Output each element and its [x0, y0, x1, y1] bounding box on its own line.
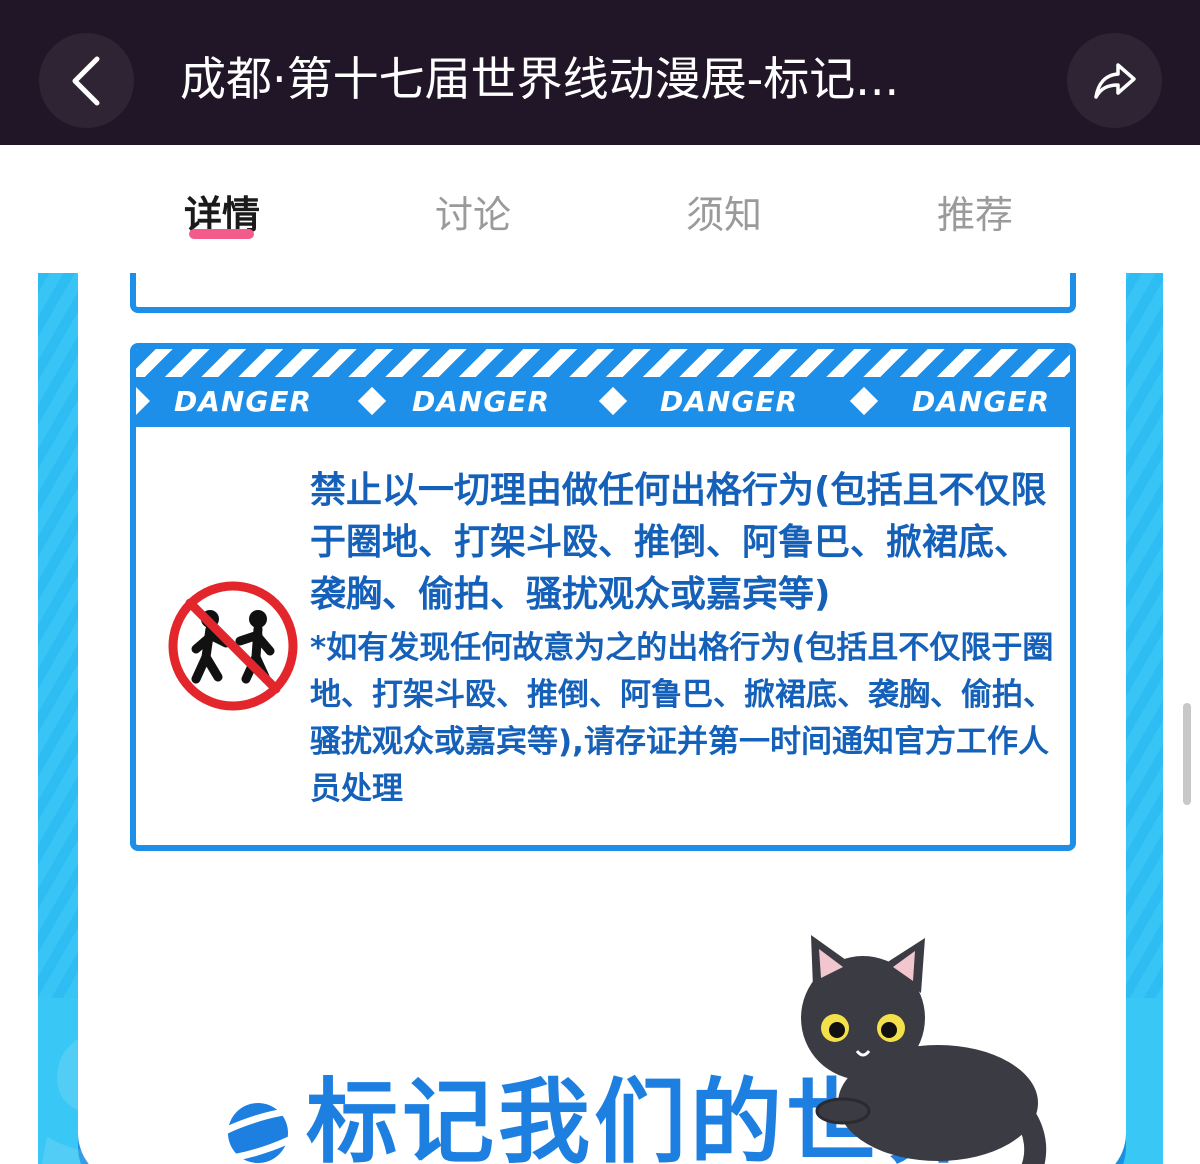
no-fighting-icon — [168, 581, 298, 711]
rule-text-block: 禁止以一切理由做任何出格行为(包括且不仅限于圈地、打架斗殴、推倒、阿鲁巴、掀裙底… — [310, 465, 1062, 813]
previous-rule-card — [130, 273, 1076, 313]
share-icon — [1093, 62, 1136, 99]
arrow-icon — [136, 387, 150, 415]
event-poster: DANGER DANGER DANGER DANGER 禁止以一切理由做任何出格… — [38, 273, 1163, 1164]
tab-recommend[interactable]: 推荐 — [875, 191, 1075, 239]
danger-label: DANGER — [912, 385, 1051, 418]
warning-stripes — [136, 349, 1070, 377]
scrollbar[interactable] — [1183, 703, 1191, 805]
diamond-icon — [598, 386, 628, 416]
tab-bar: 详情 讨论 须知 推荐 — [0, 145, 1200, 273]
danger-band: DANGER DANGER DANGER DANGER — [136, 377, 1070, 427]
danger-label: DANGER — [174, 385, 313, 418]
rule-main-text: 禁止以一切理由做任何出格行为(包括且不仅限于圈地、打架斗殴、推倒、阿鲁巴、掀裙底… — [310, 470, 1047, 615]
share-button[interactable] — [1067, 33, 1162, 128]
diamond-icon — [357, 386, 387, 416]
rule-note-text: *如有发现任何故意为之的出格行为(包括且不仅限于圈地、打架斗殴、推倒、阿鲁巴、掀… — [310, 630, 1054, 807]
tab-discussion[interactable]: 讨论 — [373, 191, 573, 239]
diamond-icon — [849, 386, 879, 416]
back-button[interactable] — [39, 33, 134, 128]
page-title: 成都·第十七届世界线动漫展-标记... — [180, 52, 900, 106]
active-tab-indicator — [189, 229, 254, 239]
danger-label: DANGER — [660, 385, 799, 418]
chevron-left-icon — [72, 56, 99, 105]
top-navigation-bar: 成都·第十七届世界线动漫展-标记... — [0, 0, 1200, 145]
danger-rule-card: DANGER DANGER DANGER DANGER 禁止以一切理由做任何出格… — [130, 343, 1076, 851]
black-cat-illustration — [801, 935, 1047, 1164]
danger-label: DANGER — [412, 385, 551, 418]
tab-notice[interactable]: 须知 — [624, 191, 824, 239]
